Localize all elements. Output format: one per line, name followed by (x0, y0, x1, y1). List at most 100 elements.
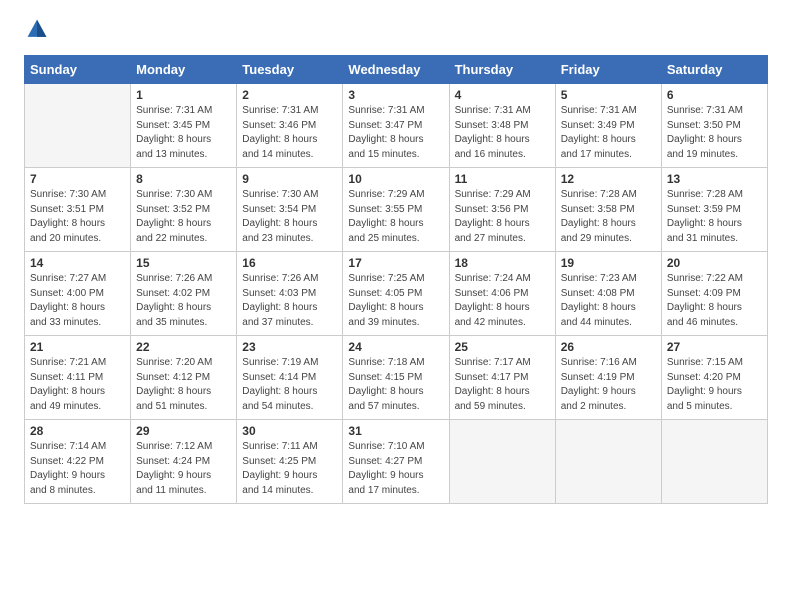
day-info: Sunrise: 7:31 AM Sunset: 3:50 PM Dayligh… (667, 104, 762, 162)
calendar-cell: 26 Sunrise: 7:16 AM Sunset: 4:19 PM Dayli… (555, 336, 661, 420)
weekday-header-wednesday: Wednesday (343, 56, 449, 84)
day-info: Sunrise: 7:29 AM Sunset: 3:55 PM Dayligh… (348, 188, 443, 246)
day-info: Sunrise: 7:31 AM Sunset: 3:48 PM Dayligh… (455, 104, 550, 162)
day-number: 26 (561, 340, 656, 354)
calendar-cell: 16 Sunrise: 7:26 AM Sunset: 4:03 PM Dayli… (237, 252, 343, 336)
day-info: Sunrise: 7:11 AM Sunset: 4:25 PM Dayligh… (242, 440, 337, 498)
day-number: 11 (455, 172, 550, 186)
calendar-cell: 4 Sunrise: 7:31 AM Sunset: 3:48 PM Daylig… (449, 84, 555, 168)
page-header (24, 20, 768, 45)
calendar-cell (25, 84, 131, 168)
day-number: 19 (561, 256, 656, 270)
day-number: 18 (455, 256, 550, 270)
day-info: Sunrise: 7:24 AM Sunset: 4:06 PM Dayligh… (455, 272, 550, 330)
weekday-header-monday: Monday (131, 56, 237, 84)
day-number: 27 (667, 340, 762, 354)
calendar-cell: 15 Sunrise: 7:26 AM Sunset: 4:02 PM Dayli… (131, 252, 237, 336)
calendar-cell: 14 Sunrise: 7:27 AM Sunset: 4:00 PM Dayli… (25, 252, 131, 336)
calendar-cell: 6 Sunrise: 7:31 AM Sunset: 3:50 PM Daylig… (661, 84, 767, 168)
day-number: 30 (242, 424, 337, 438)
calendar-cell: 10 Sunrise: 7:29 AM Sunset: 3:55 PM Dayli… (343, 168, 449, 252)
day-info: Sunrise: 7:31 AM Sunset: 3:46 PM Dayligh… (242, 104, 337, 162)
calendar-cell: 24 Sunrise: 7:18 AM Sunset: 4:15 PM Dayli… (343, 336, 449, 420)
day-number: 6 (667, 88, 762, 102)
calendar-cell: 17 Sunrise: 7:25 AM Sunset: 4:05 PM Dayli… (343, 252, 449, 336)
day-number: 10 (348, 172, 443, 186)
day-info: Sunrise: 7:18 AM Sunset: 4:15 PM Dayligh… (348, 356, 443, 414)
day-info: Sunrise: 7:30 AM Sunset: 3:52 PM Dayligh… (136, 188, 231, 246)
day-info: Sunrise: 7:26 AM Sunset: 4:02 PM Dayligh… (136, 272, 231, 330)
day-number: 4 (455, 88, 550, 102)
day-info: Sunrise: 7:20 AM Sunset: 4:12 PM Dayligh… (136, 356, 231, 414)
day-number: 13 (667, 172, 762, 186)
day-number: 12 (561, 172, 656, 186)
calendar-cell: 11 Sunrise: 7:29 AM Sunset: 3:56 PM Dayli… (449, 168, 555, 252)
day-info: Sunrise: 7:31 AM Sunset: 3:49 PM Dayligh… (561, 104, 656, 162)
week-row-4: 21 Sunrise: 7:21 AM Sunset: 4:11 PM Dayli… (25, 336, 768, 420)
week-row-2: 7Sunrise: 7:30 AM Sunset: 3:51 PM Daylig… (25, 168, 768, 252)
day-info: Sunrise: 7:21 AM Sunset: 4:11 PM Dayligh… (30, 356, 125, 414)
calendar-cell (555, 420, 661, 504)
day-number: 1 (136, 88, 231, 102)
weekday-header-saturday: Saturday (661, 56, 767, 84)
weekday-header-thursday: Thursday (449, 56, 555, 84)
calendar-cell: 29 Sunrise: 7:12 AM Sunset: 4:24 PM Dayli… (131, 420, 237, 504)
calendar-cell: 18 Sunrise: 7:24 AM Sunset: 4:06 PM Dayli… (449, 252, 555, 336)
day-number: 16 (242, 256, 337, 270)
day-number: 2 (242, 88, 337, 102)
calendar-cell: 12 Sunrise: 7:28 AM Sunset: 3:58 PM Dayli… (555, 168, 661, 252)
calendar-cell (449, 420, 555, 504)
calendar-cell: 20 Sunrise: 7:22 AM Sunset: 4:09 PM Dayli… (661, 252, 767, 336)
day-info: Sunrise: 7:22 AM Sunset: 4:09 PM Dayligh… (667, 272, 762, 330)
week-row-3: 14 Sunrise: 7:27 AM Sunset: 4:00 PM Dayli… (25, 252, 768, 336)
day-number: 3 (348, 88, 443, 102)
day-info: Sunrise: 7:28 AM Sunset: 3:58 PM Dayligh… (561, 188, 656, 246)
day-info: Sunrise: 7:27 AM Sunset: 4:00 PM Dayligh… (30, 272, 125, 330)
day-info: Sunrise: 7:19 AM Sunset: 4:14 PM Dayligh… (242, 356, 337, 414)
calendar-cell: 22Sunrise: 7:20 AM Sunset: 4:12 PM Dayli… (131, 336, 237, 420)
calendar-cell: 1 Sunrise: 7:31 AM Sunset: 3:45 PM Daylig… (131, 84, 237, 168)
day-number: 25 (455, 340, 550, 354)
day-number: 21 (30, 340, 125, 354)
calendar-cell: 23Sunrise: 7:19 AM Sunset: 4:14 PM Dayli… (237, 336, 343, 420)
day-number: 29 (136, 424, 231, 438)
day-number: 7 (30, 172, 125, 186)
day-info: Sunrise: 7:23 AM Sunset: 4:08 PM Dayligh… (561, 272, 656, 330)
calendar-cell: 9 Sunrise: 7:30 AM Sunset: 3:54 PM Daylig… (237, 168, 343, 252)
day-info: Sunrise: 7:16 AM Sunset: 4:19 PM Dayligh… (561, 356, 656, 414)
calendar-cell: 21 Sunrise: 7:21 AM Sunset: 4:11 PM Dayli… (25, 336, 131, 420)
calendar-cell: 19 Sunrise: 7:23 AM Sunset: 4:08 PM Dayli… (555, 252, 661, 336)
day-info: Sunrise: 7:28 AM Sunset: 3:59 PM Dayligh… (667, 188, 762, 246)
calendar-cell: 30 Sunrise: 7:11 AM Sunset: 4:25 PM Dayli… (237, 420, 343, 504)
calendar-cell: 3 Sunrise: 7:31 AM Sunset: 3:47 PM Daylig… (343, 84, 449, 168)
weekday-header-friday: Friday (555, 56, 661, 84)
day-info: Sunrise: 7:15 AM Sunset: 4:20 PM Dayligh… (667, 356, 762, 414)
calendar-table: SundayMondayTuesdayWednesdayThursdayFrid… (24, 55, 768, 504)
day-info: Sunrise: 7:12 AM Sunset: 4:24 PM Dayligh… (136, 440, 231, 498)
day-info: Sunrise: 7:25 AM Sunset: 4:05 PM Dayligh… (348, 272, 443, 330)
day-number: 17 (348, 256, 443, 270)
day-info: Sunrise: 7:31 AM Sunset: 3:47 PM Dayligh… (348, 104, 443, 162)
day-info: Sunrise: 7:29 AM Sunset: 3:56 PM Dayligh… (455, 188, 550, 246)
day-info: Sunrise: 7:31 AM Sunset: 3:45 PM Dayligh… (136, 104, 231, 162)
calendar-cell: 28Sunrise: 7:14 AM Sunset: 4:22 PM Dayli… (25, 420, 131, 504)
day-number: 15 (136, 256, 231, 270)
weekday-header-sunday: Sunday (25, 56, 131, 84)
logo (24, 20, 48, 45)
day-number: 28 (30, 424, 125, 438)
weekday-header-row: SundayMondayTuesdayWednesdayThursdayFrid… (25, 56, 768, 84)
calendar-cell: 2 Sunrise: 7:31 AM Sunset: 3:46 PM Daylig… (237, 84, 343, 168)
calendar-cell: 13 Sunrise: 7:28 AM Sunset: 3:59 PM Dayli… (661, 168, 767, 252)
day-number: 31 (348, 424, 443, 438)
day-number: 9 (242, 172, 337, 186)
day-number: 14 (30, 256, 125, 270)
logo-icon (26, 18, 48, 40)
calendar-cell: 31 Sunrise: 7:10 AM Sunset: 4:27 PM Dayli… (343, 420, 449, 504)
day-info: Sunrise: 7:30 AM Sunset: 3:54 PM Dayligh… (242, 188, 337, 246)
day-number: 24 (348, 340, 443, 354)
calendar-cell: 27 Sunrise: 7:15 AM Sunset: 4:20 PM Dayli… (661, 336, 767, 420)
day-info: Sunrise: 7:26 AM Sunset: 4:03 PM Dayligh… (242, 272, 337, 330)
day-number: 20 (667, 256, 762, 270)
day-info: Sunrise: 7:10 AM Sunset: 4:27 PM Dayligh… (348, 440, 443, 498)
day-info: Sunrise: 7:17 AM Sunset: 4:17 PM Dayligh… (455, 356, 550, 414)
